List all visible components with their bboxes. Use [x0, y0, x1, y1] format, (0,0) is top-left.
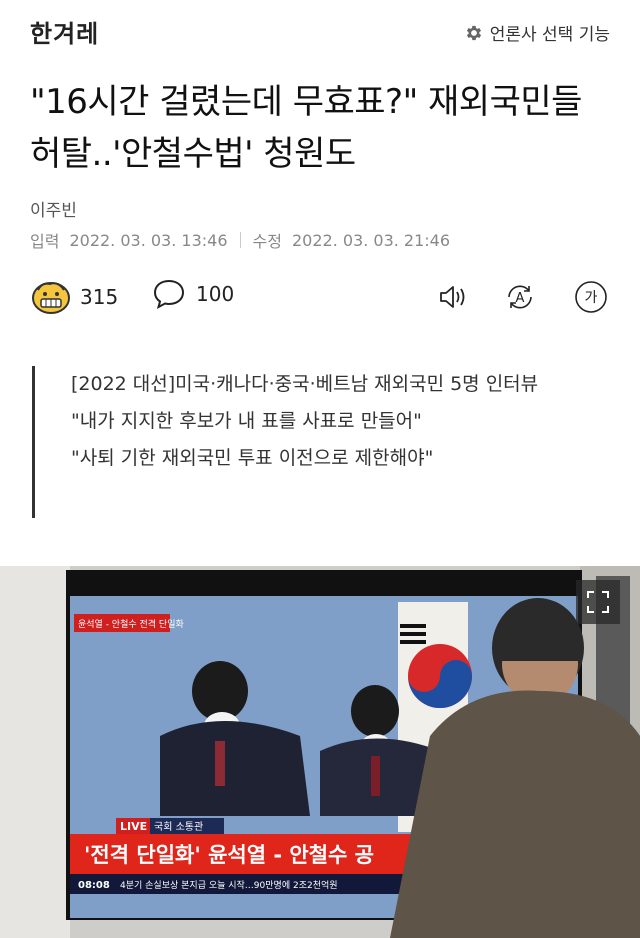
live-venue: 국회 소통관 — [154, 821, 203, 833]
expand-icon — [587, 591, 609, 613]
article-summary: [2022 대선]미국·캐나다·중국·베트남 재외국민 5명 인터뷰 "내가 지… — [32, 366, 612, 518]
date-divider — [239, 232, 241, 248]
summary-line: "내가 지지한 후보가 내 표를 사표로 만들어" — [71, 410, 422, 432]
gear-icon — [466, 25, 481, 40]
comment-button[interactable]: 100 — [152, 278, 234, 310]
summary-line: "사퇴 기한 재외국민 투표 이전으로 제한해야" — [71, 447, 434, 469]
tv-tag: 윤석열 - 안철수 전격 단일화 — [78, 618, 184, 630]
top-bar: 한겨레 언론사 선택 기능 — [0, 0, 640, 64]
ticker-text: 4분기 손실보상 본지급 오늘 시작…90만명에 2조2천억원 — [120, 879, 338, 891]
published-date: 2022. 03. 03. 13:46 — [69, 230, 228, 250]
svg-text:A: A — [516, 291, 525, 306]
live-label: LIVE — [120, 820, 147, 833]
article-actions: 315 100 A 가 — [30, 278, 610, 322]
speech-bubble-icon — [153, 279, 185, 309]
article-photo[interactable]: 윤석열 - 안철수 전격 단일화 LIVE 국회 소통관 '전격 단일화' 윤석… — [0, 566, 640, 938]
comment-count: 100 — [196, 282, 235, 306]
press-select-label: 언론사 선택 기능 — [489, 25, 610, 45]
author-name[interactable]: 이주빈 — [30, 196, 77, 221]
speaker-icon[interactable] — [436, 280, 470, 314]
modified-label: 수정 — [252, 232, 282, 251]
press-select-button[interactable]: 언론사 선택 기능 — [464, 20, 610, 45]
summary-line: [2022 대선]미국·캐나다·중국·베트남 재외국민 5명 인터뷰 — [71, 373, 539, 395]
press-logo[interactable]: 한겨레 — [30, 14, 99, 49]
published-label: 입력 — [30, 232, 60, 251]
tv-headline: '전격 단일화' 윤석열 - 안철수 공 — [84, 843, 374, 867]
svg-text:가: 가 — [585, 290, 598, 306]
emoji-reaction-icon — [32, 282, 70, 314]
article-title: "16시간 걸렸는데 무효표?" 재외국민들 허탈..'안철수법' 청원도 — [30, 82, 582, 174]
reaction-button[interactable]: 315 — [30, 278, 118, 316]
ticker-time: 08:08 — [78, 880, 110, 891]
article-dates: 입력 2022. 03. 03. 13:46 수정 2022. 03. 03. … — [30, 228, 450, 252]
expand-button[interactable] — [576, 580, 620, 624]
translate-icon[interactable]: A — [503, 280, 537, 314]
news-photo-tv-broadcast: 윤석열 - 안철수 전격 단일화 LIVE 국회 소통관 '전격 단일화' 윤석… — [0, 566, 640, 938]
modified-date: 2022. 03. 03. 21:46 — [291, 230, 451, 250]
reaction-count: 315 — [80, 285, 119, 309]
font-size-icon[interactable]: 가 — [574, 280, 608, 314]
